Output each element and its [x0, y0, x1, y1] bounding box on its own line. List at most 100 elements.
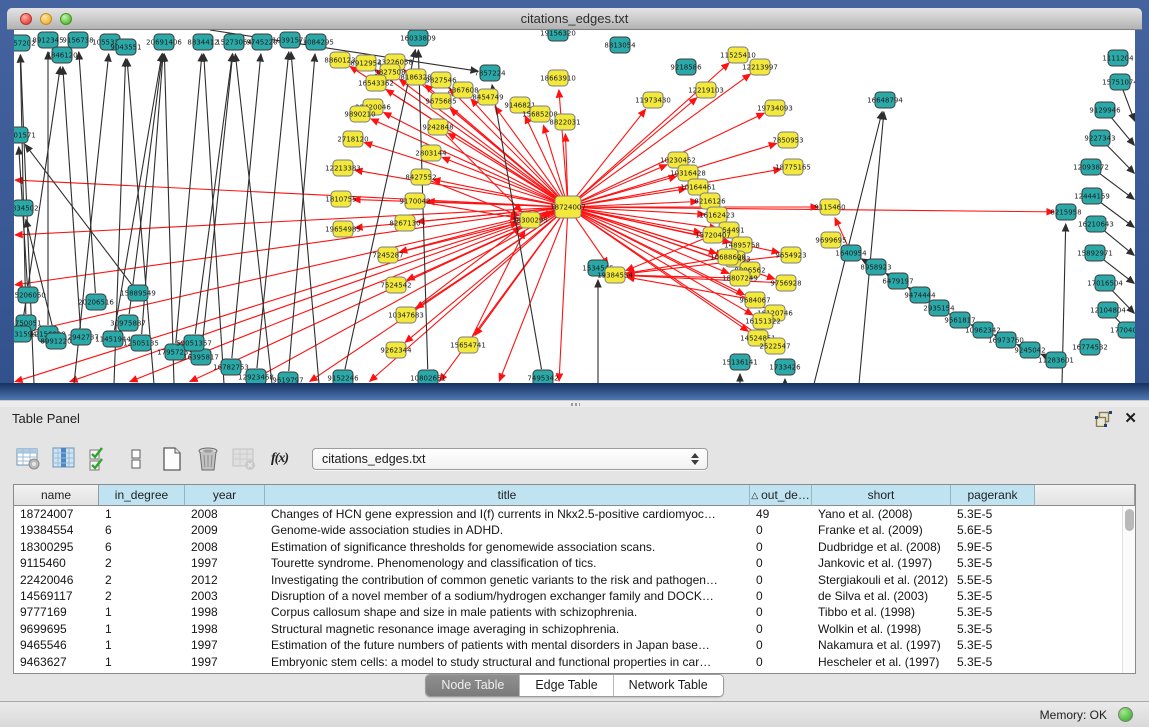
graph-node-label: 9245042 [1014, 346, 1045, 354]
table-row[interactable]: 1938455462009Genome-wide association stu… [14, 522, 1122, 538]
table-row[interactable]: 1872400712008Changes of HCN gene express… [14, 506, 1122, 522]
citation-edge [176, 54, 202, 343]
graph-node-label: 7495342 [527, 374, 558, 382]
citation-edge [22, 67, 60, 325]
table-row[interactable]: 946362711997Embryonic stem cells: a mode… [14, 654, 1122, 670]
column-header-name[interactable]: name [14, 485, 99, 506]
graph-node-label: 18775165 [775, 163, 811, 171]
column-header-label: title [498, 488, 517, 502]
citation-edge [190, 211, 560, 382]
table-cell: 2003 [185, 588, 265, 604]
citation-edge [235, 54, 272, 384]
table-row[interactable]: 969969511998Structural magnetic resonanc… [14, 621, 1122, 637]
column-header-label: out_de… [761, 488, 810, 502]
table-cell: 1997 [185, 555, 265, 571]
graph-node-label: 2718120 [337, 135, 368, 143]
column-header-pagerank[interactable]: pagerank [951, 485, 1035, 506]
table-cell: Embryonic stem cells: a model to study s… [265, 654, 750, 670]
table-row[interactable]: 1830029562008Estimation of significance … [14, 539, 1122, 555]
graph-node-label: 10688609 [710, 253, 746, 261]
citation-edge [195, 54, 232, 334]
network-canvas[interactable]: 1957202891234591567387846120105532879043… [14, 30, 1135, 384]
table-cell: 9115460 [14, 555, 99, 571]
table-panel: Table Panel ✕ [0, 407, 1149, 701]
table-cell: 0 [750, 621, 812, 637]
column-header-in_degree[interactable]: in_degree [99, 485, 185, 506]
table-row[interactable]: 2242004622012Investigating the contribut… [14, 572, 1122, 588]
graph-node-label: 16782753 [213, 363, 249, 371]
graph-node-label: 20206516 [78, 298, 114, 306]
status-bar: Memory: OK [0, 701, 1149, 727]
graph-node-label: 1733426 [769, 363, 801, 371]
graph-node-label: 8454749 [472, 93, 503, 101]
memory-ok-indicator-icon [1118, 707, 1133, 722]
tab-edge-table[interactable]: Edge Table [519, 675, 612, 696]
graph-node-label: 9242848 [422, 123, 453, 131]
table-cell: Franke et al. (2009) [812, 522, 951, 538]
table-cell: 2009 [185, 522, 265, 538]
graph-node-label: 12213997 [742, 63, 778, 71]
table-cell: Wolkin et al. (1998) [812, 621, 951, 637]
column-header-title[interactable]: title [265, 485, 750, 506]
table-cell: Stergiakouli et al. (2012) [812, 572, 951, 588]
column-header-year[interactable]: year [185, 485, 265, 506]
table-cell [1035, 506, 1122, 522]
table-cell: 9777169 [14, 604, 99, 620]
table-cell: Tourette syndrome. Phenomenology and cla… [265, 555, 750, 571]
table-cell: Corpus callosum shape and size in male p… [265, 604, 750, 620]
graph-node-label: 59051357 [176, 339, 212, 347]
delete-table-icon[interactable] [194, 446, 221, 473]
network-view-frame: citations_edges.txt 19572028912345915673… [0, 0, 1149, 400]
table-row[interactable]: 911546021997Tourette syndrome. Phenomeno… [14, 555, 1122, 571]
table-cell: 5.3E-5 [951, 654, 1035, 670]
splitter-grip-icon[interactable] [571, 403, 580, 406]
graph-node-label: 9834502 [14, 204, 39, 212]
new-table-icon[interactable] [158, 446, 185, 473]
table-cell: 5.5E-5 [951, 572, 1035, 588]
panel-splitter[interactable] [0, 400, 1149, 407]
graph-node-label: 9043551 [110, 43, 141, 51]
graph-node-label: 9129946 [1089, 106, 1121, 114]
table-cell: de Silva et al. (2003) [812, 588, 951, 604]
show-column-icon[interactable] [50, 446, 77, 473]
graph-node-label: 16210643 [1078, 220, 1114, 228]
graph-node-label: 16543362 [358, 79, 394, 87]
close-panel-icon[interactable]: ✕ [1124, 411, 1137, 427]
table-toolbar: f(x) citations_edges.txt [14, 443, 708, 475]
table-selector-dropdown[interactable]: citations_edges.txt [312, 448, 708, 470]
table-row[interactable]: 1456911722003Disruption of a novel membe… [14, 588, 1122, 604]
graph-node-label: 10347683 [388, 311, 424, 319]
table-cell: 1 [99, 621, 185, 637]
column-header-empty [1035, 485, 1135, 506]
table-cell: Genome-wide association studies in ADHD. [265, 522, 750, 538]
graph-node-label: 8958923 [860, 263, 891, 271]
table-row[interactable]: 946554611997Estimation of the future num… [14, 637, 1122, 653]
table-settings-icon[interactable] [14, 446, 41, 473]
citation-edge [204, 54, 224, 384]
graph-node-label: 8215958 [1050, 208, 1081, 216]
graph-node-label: 9561817 [944, 316, 975, 324]
tab-node-table[interactable]: Node Table [426, 675, 519, 696]
table-cell: 5.9E-5 [951, 539, 1035, 555]
table-row[interactable]: 977716911998Corpus callosum shape and si… [14, 604, 1122, 620]
tab-network-table[interactable]: Network Table [613, 675, 723, 696]
table-cell: 1997 [185, 654, 265, 670]
column-header-out_de[interactable]: △out_de… [750, 485, 812, 506]
citation-edge [25, 145, 132, 286]
graph-node-label: 17704003 [1110, 326, 1135, 334]
table-cell: 0 [750, 637, 812, 653]
graph-node-label: 7857224 [474, 69, 506, 77]
graph-node-label: 9699695 [815, 236, 846, 244]
graph-node-label: 25206050 [14, 291, 46, 299]
vertical-scrollbar[interactable] [1122, 506, 1135, 673]
function-builder-icon[interactable]: f(x) [266, 446, 293, 473]
network-canvas-svg: 1957202891234591567387846120105532879043… [14, 30, 1135, 384]
select-visible-columns-icon[interactable] [86, 446, 113, 473]
row-height-icon[interactable] [122, 446, 149, 473]
graph-node-label: 7245287 [372, 251, 403, 259]
column-header-short[interactable]: short [812, 485, 951, 506]
graph-node-label: 9115460 [814, 203, 845, 211]
scrollbar-thumb[interactable] [1125, 509, 1134, 531]
network-frame-bottom-border [0, 383, 1149, 400]
float-window-icon[interactable] [1095, 411, 1112, 427]
